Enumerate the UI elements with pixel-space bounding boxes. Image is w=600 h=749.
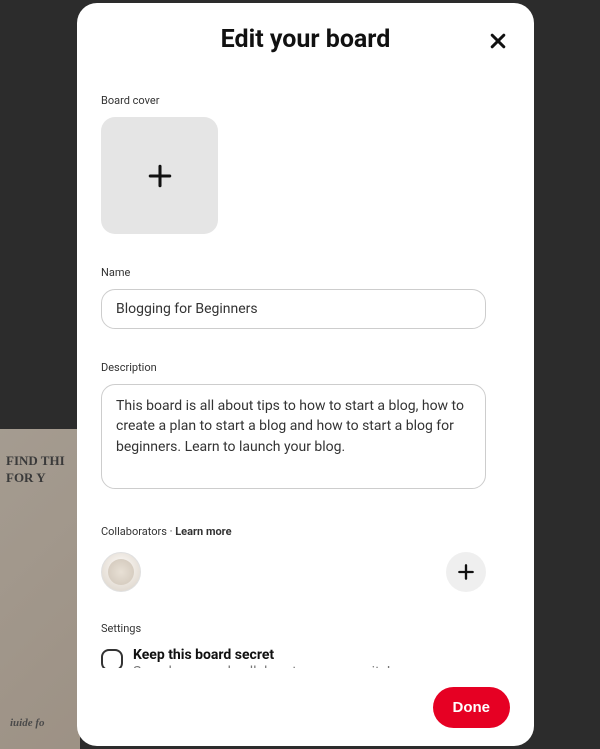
plus-icon	[456, 562, 476, 582]
description-label: Description	[101, 361, 510, 374]
add-collaborator-button[interactable]	[446, 552, 486, 592]
secret-learn-more[interactable]: Learn more	[387, 664, 458, 668]
secret-board-row: Keep this board secret So only you and c…	[101, 647, 486, 668]
name-input[interactable]	[101, 289, 486, 329]
secret-text: Keep this board secret So only you and c…	[133, 647, 486, 668]
collaborators-label: Collaborators · Learn more	[101, 525, 510, 538]
modal-title: Edit your board	[77, 25, 534, 54]
close-button[interactable]	[484, 27, 512, 55]
board-cover-label: Board cover	[101, 94, 510, 107]
description-input[interactable]	[101, 384, 486, 489]
board-cover-add[interactable]	[101, 117, 218, 234]
plus-icon	[147, 163, 173, 189]
secret-checkbox[interactable]	[101, 649, 123, 668]
background-text: FIND THI FOR Y	[6, 453, 65, 487]
collaborators-row	[101, 552, 486, 592]
modal-body[interactable]: Board cover Name Description Collaborato…	[77, 64, 534, 668]
avatar[interactable]	[101, 552, 141, 592]
done-button[interactable]: Done	[433, 687, 511, 728]
collaborators-learn-more[interactable]: Learn more	[175, 525, 231, 538]
settings-label: Settings	[101, 622, 510, 635]
name-label: Name	[101, 266, 510, 279]
background-text-2: iuide fo	[10, 717, 45, 729]
edit-board-modal: Edit your board Board cover Name Descrip…	[77, 3, 534, 746]
close-icon	[488, 31, 508, 51]
secret-desc: So only you and collaborators can see it…	[133, 664, 486, 668]
modal-header: Edit your board	[77, 3, 534, 64]
modal-footer: Done	[77, 668, 534, 746]
secret-title: Keep this board secret	[133, 647, 486, 663]
